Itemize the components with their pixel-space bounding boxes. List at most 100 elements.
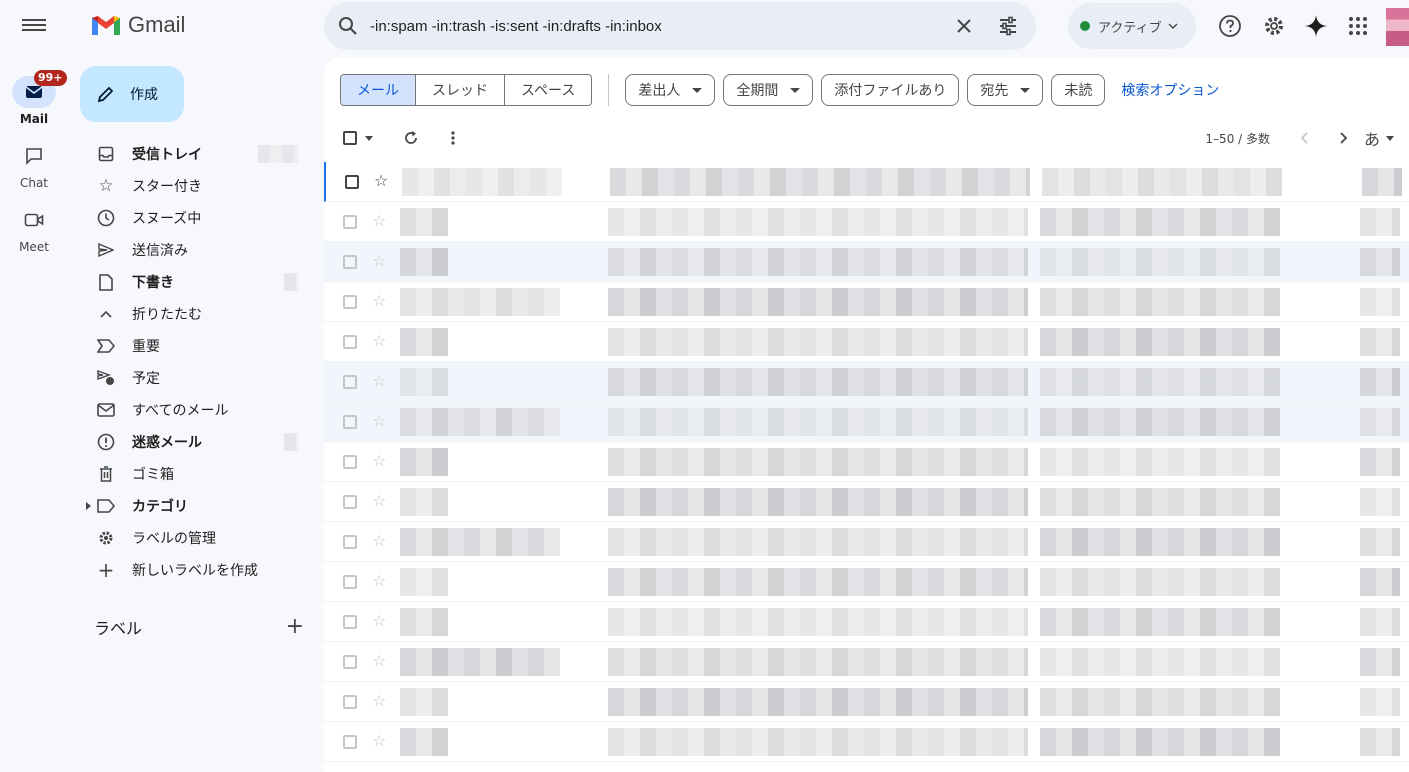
apps-grid-icon[interactable]	[1346, 14, 1370, 38]
status-selector[interactable]: アクティブ	[1068, 3, 1196, 49]
row-checkbox[interactable]	[343, 295, 357, 309]
search-icon[interactable]	[338, 16, 358, 36]
message-row[interactable]: ☆	[324, 322, 1409, 362]
refresh-icon[interactable]	[403, 130, 419, 146]
gemini-sparkle-icon[interactable]	[1304, 14, 1328, 38]
row-star-icon[interactable]: ☆	[372, 213, 386, 229]
input-tools-button[interactable]: あ	[1364, 126, 1394, 150]
message-row[interactable]: ☆	[324, 482, 1409, 522]
rail-chat[interactable]: Chat	[0, 140, 68, 190]
filter-chip-unread[interactable]: 未読	[1051, 74, 1106, 106]
main-menu-icon[interactable]	[22, 16, 46, 36]
message-row[interactable]: ☆	[324, 162, 1409, 202]
sidebar-item-manage-labels[interactable]: ラベルの管理	[68, 522, 318, 554]
sidebar-item-snoozed[interactable]: スヌーズ中	[68, 202, 318, 234]
rail-meet[interactable]: Meet	[0, 204, 68, 254]
help-icon[interactable]	[1218, 14, 1242, 38]
message-row[interactable]: ☆	[324, 402, 1409, 442]
row-star-icon[interactable]: ☆	[372, 453, 386, 469]
row-star-icon[interactable]: ☆	[372, 373, 386, 389]
add-label-plus-icon[interactable]: +	[286, 614, 304, 639]
sidebar-item-all-mail[interactable]: すべてのメール	[68, 394, 318, 426]
sidebar-item-drafts[interactable]: 下書き	[68, 266, 318, 298]
row-checkbox[interactable]	[343, 615, 357, 629]
segment-threads[interactable]: スレッド	[416, 75, 505, 105]
row-star-icon[interactable]: ☆	[372, 573, 386, 589]
gmail-logo[interactable]: Gmail	[90, 12, 185, 38]
row-checkbox[interactable]	[343, 535, 357, 549]
row-checkbox[interactable]	[343, 455, 357, 469]
row-checkbox[interactable]	[343, 415, 357, 429]
redacted-content	[1040, 488, 1280, 516]
rail-mail[interactable]: 99+ Mail	[0, 70, 68, 126]
row-checkbox[interactable]	[343, 495, 357, 509]
expand-caret-icon[interactable]	[86, 502, 91, 510]
row-checkbox[interactable]	[343, 215, 357, 229]
message-row[interactable]: ☆	[324, 242, 1409, 282]
sidebar-item-spam[interactable]: 迷惑メール	[68, 426, 318, 458]
row-checkbox[interactable]	[343, 655, 357, 669]
filter-chip-to[interactable]: 宛先	[967, 74, 1044, 106]
search-input[interactable]: -in:spam -in:trash -is:sent -in:drafts -…	[370, 18, 1036, 35]
filter-chip-from[interactable]: 差出人	[625, 74, 716, 106]
row-star-icon[interactable]: ☆	[372, 533, 386, 549]
sidebar-item-starred[interactable]: ☆ スター付き	[68, 170, 318, 202]
sidebar-item-sent[interactable]: 送信済み	[68, 234, 318, 266]
row-checkbox[interactable]	[343, 695, 357, 709]
message-row[interactable]: ☆	[324, 442, 1409, 482]
row-star-icon[interactable]: ☆	[372, 253, 386, 269]
filter-chip-date[interactable]: 全期間	[723, 74, 814, 106]
row-star-icon[interactable]: ☆	[372, 413, 386, 429]
compose-button[interactable]: 作成	[80, 66, 184, 122]
message-row[interactable]: ☆	[324, 522, 1409, 562]
message-row[interactable]: ☆	[324, 722, 1409, 762]
pencil-icon	[97, 86, 114, 103]
search-options-tune-icon[interactable]	[996, 14, 1020, 38]
clear-search-icon[interactable]	[952, 14, 976, 38]
sidebar-item-create-label[interactable]: + 新しいラベルを作成	[68, 554, 318, 586]
row-checkbox[interactable]	[343, 375, 357, 389]
select-all-checkbox[interactable]	[343, 131, 357, 145]
account-avatar[interactable]	[1386, 8, 1409, 46]
sidebar-nav: 受信トレイ ☆ スター付き スヌーズ中 送信済み 下書き 折りたたむ 重要 予定…	[68, 138, 318, 586]
search-bar[interactable]: -in:spam -in:trash -is:sent -in:drafts -…	[324, 2, 1036, 50]
row-checkbox[interactable]	[343, 335, 357, 349]
sidebar-item-collapse[interactable]: 折りたたむ	[68, 298, 318, 330]
message-row[interactable]: ☆	[324, 282, 1409, 322]
redacted-content	[608, 608, 1028, 636]
filter-chip-attachment[interactable]: 添付ファイルあり	[821, 74, 960, 106]
sidebar-item-scheduled[interactable]: 予定	[68, 362, 318, 394]
row-star-icon[interactable]: ☆	[372, 293, 386, 309]
message-row[interactable]: ☆	[324, 562, 1409, 602]
row-star-icon[interactable]: ☆	[372, 333, 386, 349]
settings-gear-icon[interactable]	[1262, 14, 1286, 38]
row-star-icon[interactable]: ☆	[374, 173, 388, 189]
message-row[interactable]: ☆	[324, 602, 1409, 642]
prev-page-chevron-icon[interactable]	[1300, 132, 1308, 144]
message-row[interactable]: ☆	[324, 362, 1409, 402]
redacted-content	[400, 528, 560, 556]
segment-mail[interactable]: メール	[341, 75, 416, 105]
sidebar-item-trash[interactable]: ゴミ箱	[68, 458, 318, 490]
segment-spaces[interactable]: スペース	[505, 75, 591, 105]
row-checkbox[interactable]	[343, 575, 357, 589]
sidebar-item-inbox[interactable]: 受信トレイ	[68, 138, 318, 170]
advanced-search-link[interactable]: 検索オプション	[1121, 80, 1219, 100]
row-checkbox[interactable]	[345, 175, 359, 189]
row-checkbox[interactable]	[343, 255, 357, 269]
sidebar-item-important[interactable]: 重要	[68, 330, 318, 362]
row-checkbox[interactable]	[343, 735, 357, 749]
row-star-icon[interactable]: ☆	[372, 613, 386, 629]
message-row[interactable]: ☆	[324, 682, 1409, 722]
select-dropdown-arrow-icon[interactable]	[365, 135, 373, 141]
sidebar-item-categories[interactable]: カテゴリ	[68, 490, 318, 522]
row-star-icon[interactable]: ☆	[372, 693, 386, 709]
row-star-icon[interactable]: ☆	[372, 493, 386, 509]
more-vertical-icon[interactable]	[451, 131, 455, 145]
message-row[interactable]: ☆	[324, 642, 1409, 682]
next-page-chevron-icon[interactable]	[1340, 132, 1348, 144]
row-star-icon[interactable]: ☆	[372, 653, 386, 669]
inbox-count-redacted	[258, 145, 298, 163]
message-row[interactable]: ☆	[324, 202, 1409, 242]
row-star-icon[interactable]: ☆	[372, 733, 386, 749]
